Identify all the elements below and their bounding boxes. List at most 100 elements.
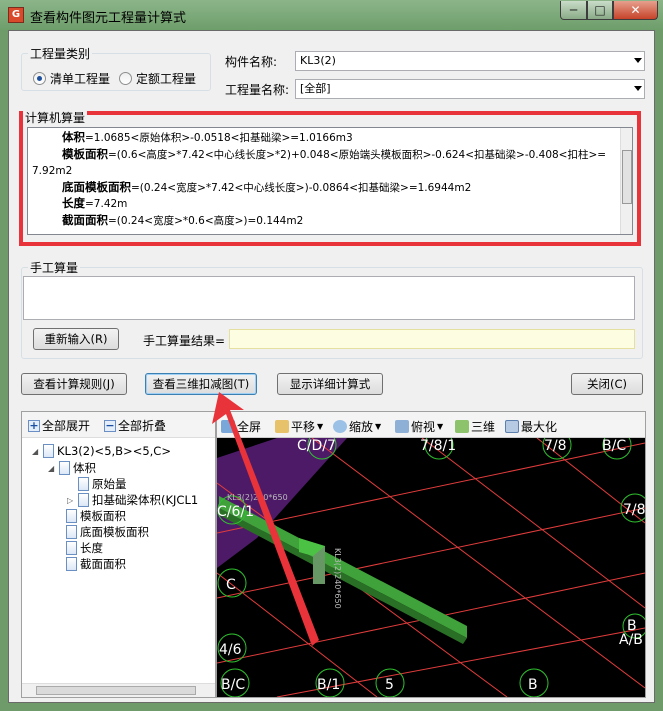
radio-label: 定额工程量 [136,72,197,86]
component-select[interactable]: KL3(2) [295,51,645,71]
hand-icon [275,420,289,433]
window-title: 查看构件图元工程量计算式 [30,11,187,26]
view-toolbar: 全屏 平移 ▼ 缩放 ▼ 俯视 ▼ 三维 最大化 [217,412,645,438]
fullscreen-button[interactable]: 全屏 [221,418,261,435]
dropdown-arrow-icon: ▼ [375,422,382,431]
top-view-button[interactable]: 俯视 ▼ [395,418,443,435]
document-icon [59,461,70,475]
tree-node-deduct-beam[interactable]: ▷ 扣基础梁体积(KJCL1 [67,492,198,508]
3d-icon [455,420,469,433]
close-window-button[interactable]: ✕ [613,1,658,20]
tree-node-label: KL3(2)<5,B><5,C> [57,444,171,458]
axis-label: B/1 [317,677,340,693]
manual-result-field[interactable] [229,329,635,349]
tree-node-original-qty[interactable]: 原始量 [78,476,127,492]
three-d-button[interactable]: 三维 [455,418,495,435]
radio-unselected-icon [119,72,132,85]
component-name-label: 构件名称: [225,55,278,69]
document-icon [66,509,77,523]
tree-toolbar: + 全部展开 − 全部折叠 [22,412,215,438]
expand-all-label: 全部展开 [42,419,91,433]
quantity-name-select-value: [全部] [300,82,331,95]
collapse-arrow-icon[interactable]: ◢ [48,464,56,473]
axis-label: C/6/1 [217,504,254,520]
maximize-view-button[interactable]: 最大化 [505,418,557,435]
scrollbar-thumb[interactable] [36,686,196,695]
axis-label: 4/6 [219,642,242,658]
expand-all-button[interactable]: + 全部展开 [28,417,90,434]
view-rules-button[interactable]: 查看计算规则(J) [21,373,127,395]
quantity-name-select[interactable]: [全部] [295,79,645,99]
pan-label: 平移 [291,420,316,434]
fullscreen-label: 全屏 [237,420,262,434]
reenter-button[interactable]: 重新输入(R) [33,328,119,350]
tree-node-label: 原始量 [92,477,127,491]
expand-arrow-icon[interactable]: ▷ [67,496,75,505]
radio-label: 清单工程量 [50,72,111,86]
document-icon [66,557,77,571]
quantity-name-label: 工程量名称: [225,83,290,97]
axis-label: 7/8 [544,438,567,454]
chevron-down-icon [634,58,642,63]
tree-node-formwork[interactable]: 模板面积 [66,508,126,524]
beam-tag-label: KL3(2)240*650 [333,548,342,609]
plus-icon: + [28,418,40,432]
axis-label: B/C [221,677,245,693]
axis-label: B/C [602,438,626,454]
axis-label: 5 [385,677,394,693]
document-icon [66,541,77,555]
radio-bill-quantity[interactable]: 清单工程量 [33,70,110,87]
axis-label: B [528,677,538,693]
document-icon [43,444,54,458]
tree-node-volume[interactable]: ◢ 体积 [48,460,96,476]
highlight-annotation-frame [19,111,641,246]
tree-node-length[interactable]: 长度 [66,540,103,556]
minus-icon: − [104,418,116,432]
document-icon [66,525,77,539]
tree-node-label: 长度 [80,541,103,555]
manual-result-label: 手工算量结果= [143,334,226,348]
maximize-label: 最大化 [521,420,558,434]
3d-view-panel: 全屏 平移 ▼ 缩放 ▼ 俯视 ▼ 三维 最大化 C/D/7 7/8/1 7/8… [216,411,646,698]
view-3d-deduction-button[interactable]: 查看三维扣减图(T) [145,373,257,395]
tree-node-label: 扣基础梁体积(KJCL1 [92,493,199,507]
minimize-button[interactable]: ─ [560,1,587,20]
fullscreen-icon [221,420,235,433]
maximize-button[interactable]: □ [587,1,613,20]
tree-horizontal-scrollbar[interactable] [22,683,215,697]
pan-button[interactable]: 平移 ▼ [275,418,323,435]
tree-node-section-area[interactable]: 截面面积 [66,556,126,572]
cube-icon [395,420,409,433]
maximize-icon [505,420,519,433]
axis-label: C/D/7 [297,438,336,454]
chevron-down-icon [634,86,642,91]
axis-label: 7/8/1 [420,438,456,454]
beam-tag-label: KL3(2)240*650 [227,493,288,502]
zoom-button[interactable]: 缩放 ▼ [333,418,381,435]
component-tree-panel: + 全部展开 − 全部折叠 ◢ KL3(2)<5,B><5,C> ◢ 体积 原始量 … [21,411,216,698]
collapse-arrow-icon[interactable]: ◢ [32,447,40,456]
title-bar[interactable]: G 查看构件图元工程量计算式 ─ □ ✕ [0,0,663,30]
show-detail-button[interactable]: 显示详细计算式 [277,373,383,395]
dropdown-arrow-icon: ▼ [437,422,444,431]
tree-node-label: 底面模板面积 [80,525,149,539]
manual-calc-input[interactable] [23,276,635,320]
dropdown-arrow-icon: ▼ [317,422,324,431]
tree-node-label: 模板面积 [80,509,126,523]
close-button[interactable]: 关闭(C) [571,373,643,395]
top-view-label: 俯视 [411,420,436,434]
three-d-label: 三维 [471,420,496,434]
radio-quota-quantity[interactable]: 定额工程量 [119,70,196,87]
quantity-type-legend: 工程量类别 [30,47,91,61]
radio-selected-icon [33,72,46,85]
axis-label: A/B [619,632,643,648]
app-icon: G [8,7,24,23]
dialog-window: G 查看构件图元工程量计算式 ─ □ ✕ 工程量类别 清单工程量 定额工程量 构… [0,0,663,711]
axis-label: C [226,577,236,593]
tree-node-root[interactable]: ◢ KL3(2)<5,B><5,C> [32,444,171,458]
3d-scene-canvas[interactable]: C/D/7 7/8/1 7/8 B/C C/6/1 7/8 C 4/6 B/C … [217,438,645,697]
magnifier-icon [333,420,347,433]
tree-node-label: 截面面积 [80,557,126,571]
tree-node-bottom-formwork[interactable]: 底面模板面积 [66,524,149,540]
collapse-all-button[interactable]: − 全部折叠 [104,417,166,434]
